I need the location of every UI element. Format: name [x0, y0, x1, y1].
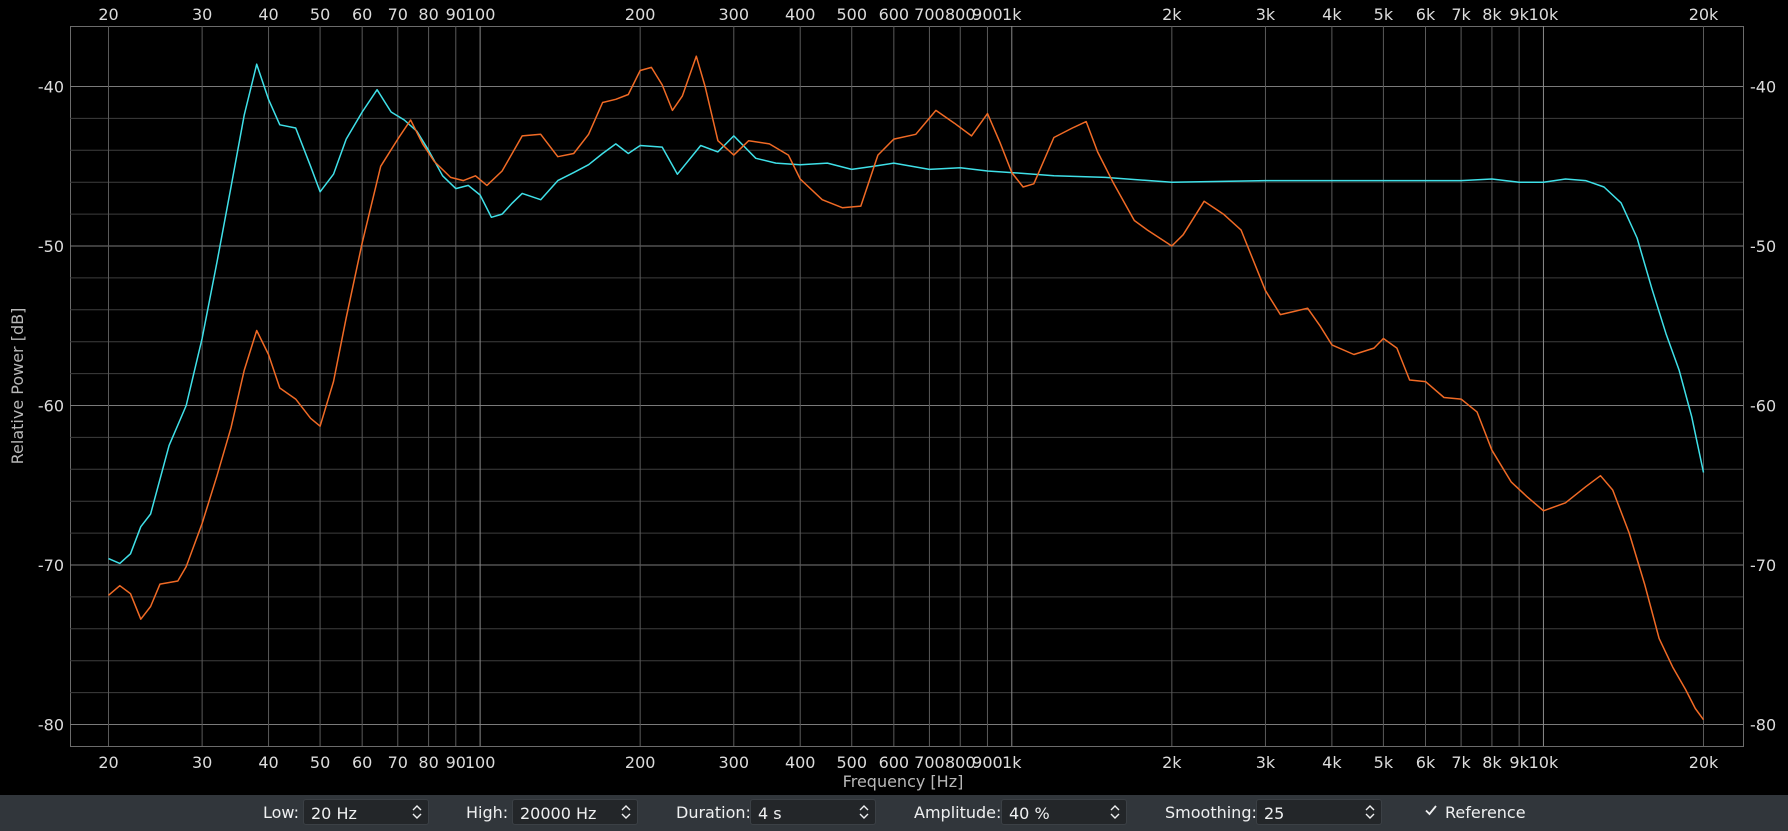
x-tick-label-top: 900	[972, 5, 1003, 24]
duration-spinbox[interactable]: 4 s	[750, 799, 876, 825]
y-tick-label-left: -50	[38, 237, 64, 256]
x-tick-label-top: 700	[914, 5, 945, 24]
spin-arrows-icon[interactable]	[410, 802, 424, 822]
low-spinbox[interactable]: 20 Hz	[303, 799, 429, 825]
y-tick-label-left: -40	[38, 78, 64, 97]
x-tick-label-bottom: 4k	[1322, 753, 1342, 772]
x-tick-label-bottom: 700	[914, 753, 945, 772]
x-tick-label-top: 80	[418, 5, 438, 24]
x-tick-label-bottom: 10k	[1529, 753, 1559, 772]
x-tick-label-top: 300	[719, 5, 750, 24]
x-tick-label-top: 10k	[1529, 5, 1559, 24]
y-tick-label-right: -50	[1750, 237, 1776, 256]
x-tick-label-bottom: 50	[310, 753, 330, 772]
x-tick-label-bottom: 800	[945, 753, 976, 772]
x-tick-label-top: 20k	[1689, 5, 1719, 24]
x-tick-label-top: 1k	[1002, 5, 1022, 24]
x-tick-label-top: 70	[388, 5, 408, 24]
series-line-measured	[108, 55, 1705, 721]
x-tick-label-bottom: 5k	[1374, 753, 1394, 772]
high-spinbox[interactable]: 20000 Hz	[512, 799, 638, 825]
x-tick-label-bottom: 80	[418, 753, 438, 772]
x-tick-label-bottom: 900	[972, 753, 1003, 772]
plot-frame	[70, 26, 1744, 747]
x-tick-label-bottom: 100	[465, 753, 496, 772]
settings-toolbar: Low: 20 Hz High: 20000 Hz Duration: 4 s …	[0, 795, 1788, 831]
high-value: 20000 Hz	[520, 804, 597, 823]
y-tick-label-right: -80	[1750, 716, 1776, 735]
duration-value: 4 s	[758, 804, 782, 823]
x-tick-label-bottom: 300	[719, 753, 750, 772]
y-tick-label-right: -70	[1750, 556, 1776, 575]
y-tick-label-left: -80	[38, 716, 64, 735]
x-tick-label-top: 800	[945, 5, 976, 24]
x-tick-label-bottom: 400	[785, 753, 816, 772]
high-label: High:	[466, 803, 509, 822]
x-tick-label-bottom: 60	[352, 753, 372, 772]
x-tick-label-top: 100	[465, 5, 496, 24]
x-tick-label-bottom: 500	[836, 753, 867, 772]
y-tick-label-left: -60	[38, 397, 64, 416]
x-tick-label-top: 200	[625, 5, 656, 24]
x-tick-label-bottom: 70	[388, 753, 408, 772]
x-tick-label-bottom: 90	[446, 753, 466, 772]
spin-arrows-icon[interactable]	[1363, 802, 1377, 822]
x-axis-title: Frequency [Hz]	[843, 772, 964, 791]
x-tick-label-bottom: 20k	[1689, 753, 1719, 772]
x-tick-label-bottom: 600	[879, 753, 910, 772]
y-tick-label-right: -60	[1750, 397, 1776, 416]
x-tick-label-top: 3k	[1256, 5, 1276, 24]
x-tick-label-bottom: 6k	[1416, 753, 1436, 772]
amplitude-label: Amplitude:	[914, 803, 1002, 822]
x-tick-label-top: 5k	[1374, 5, 1394, 24]
frequency-response-chart: 20 20 30 30 40 40 50 50 60 60 70 70 80 80 90 90 100 100 20…	[0, 0, 1788, 795]
x-tick-label-top: 9k	[1509, 5, 1529, 24]
reference-label[interactable]: Reference	[1445, 803, 1526, 822]
x-tick-label-top: 600	[879, 5, 910, 24]
x-tick-label-top: 60	[352, 5, 372, 24]
chart-svg: 2020303040405050606070708080909010010020…	[8, 5, 1776, 791]
x-tick-label-bottom: 7k	[1451, 753, 1471, 772]
spin-arrows-icon[interactable]	[857, 802, 871, 822]
amplitude-spinbox[interactable]: 40 %	[1001, 799, 1127, 825]
x-tick-label-top: 400	[785, 5, 816, 24]
x-tick-label-top: 7k	[1451, 5, 1471, 24]
x-tick-label-top: 90	[446, 5, 466, 24]
x-tick-label-bottom: 3k	[1256, 753, 1276, 772]
duration-label: Duration:	[676, 803, 751, 822]
y-tick-label-left: -70	[38, 556, 64, 575]
x-tick-label-top: 50	[310, 5, 330, 24]
amplitude-value: 40 %	[1009, 804, 1050, 823]
x-tick-label-bottom: 9k	[1509, 753, 1529, 772]
y-tick-label-right: -40	[1750, 78, 1776, 97]
smoothing-label: Smoothing:	[1165, 803, 1257, 822]
smoothing-spinbox[interactable]: 25	[1256, 799, 1382, 825]
x-tick-label-bottom: 200	[625, 753, 656, 772]
x-tick-label-top: 6k	[1416, 5, 1436, 24]
low-value: 20 Hz	[311, 804, 357, 823]
x-tick-label-bottom: 1k	[1002, 753, 1022, 772]
x-tick-label-top: 40	[258, 5, 278, 24]
x-tick-label-top: 30	[192, 5, 212, 24]
x-tick-label-bottom: 8k	[1482, 753, 1502, 772]
x-tick-label-top: 8k	[1482, 5, 1502, 24]
x-tick-label-bottom: 40	[258, 753, 278, 772]
x-tick-label-bottom: 30	[192, 753, 212, 772]
x-tick-label-top: 2k	[1162, 5, 1182, 24]
x-tick-label-bottom: 20	[98, 753, 118, 772]
x-tick-label-top: 4k	[1322, 5, 1342, 24]
x-tick-label-top: 20	[98, 5, 118, 24]
x-tick-label-top: 500	[836, 5, 867, 24]
reference-checkbox[interactable]	[1424, 803, 1438, 817]
smoothing-value: 25	[1264, 804, 1285, 823]
spin-arrows-icon[interactable]	[619, 802, 633, 822]
spin-arrows-icon[interactable]	[1108, 802, 1122, 822]
y-axis-title: Relative Power [dB]	[8, 308, 27, 465]
x-tick-label-bottom: 2k	[1162, 753, 1182, 772]
low-label: Low:	[263, 803, 300, 822]
